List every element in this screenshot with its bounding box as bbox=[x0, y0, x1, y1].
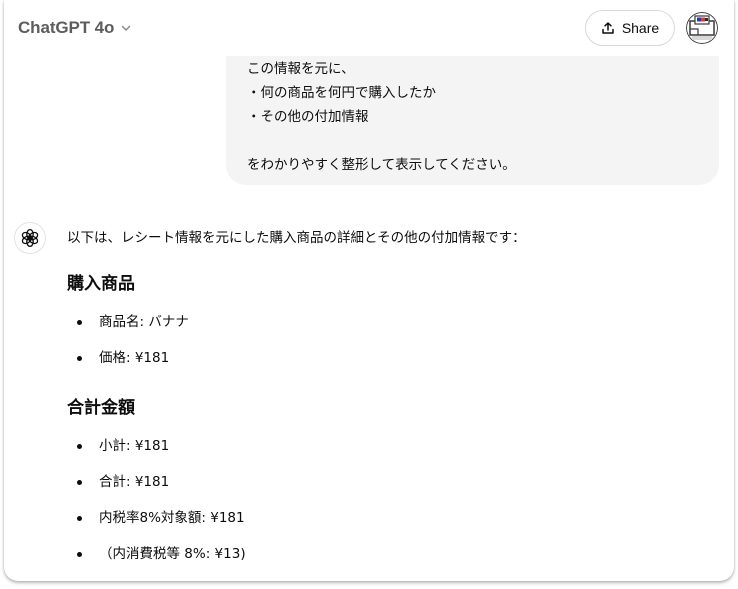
bullet bbox=[77, 480, 82, 485]
model-selector[interactable]: ChatGPT 4o bbox=[18, 16, 132, 40]
user-message-line: この情報を元に、 bbox=[247, 61, 355, 77]
openai-logo-icon bbox=[21, 228, 39, 248]
list-item-text: （内消費税等 8%: ¥13) bbox=[99, 546, 246, 562]
assistant-intro: 以下は、レシート情報を元にした購入商品の詳細とその他の付加情報です： bbox=[67, 230, 526, 246]
bullet bbox=[77, 516, 82, 521]
user-message-line: をわかりやすく整形して表示してください。 bbox=[247, 157, 516, 173]
share-button[interactable]: Share bbox=[585, 10, 675, 46]
assistant-avatar bbox=[14, 222, 46, 254]
bullet bbox=[77, 356, 82, 361]
list-item-text: 価格: ¥181 bbox=[99, 350, 170, 366]
user-message-line: ・何の商品を何円で購入したか bbox=[247, 85, 436, 101]
model-name: ChatGPT 4o bbox=[18, 18, 115, 37]
bullet bbox=[77, 444, 82, 449]
list-item-text: 内税率8%対象額: ¥181 bbox=[99, 510, 245, 526]
chat-header: ChatGPT 4o Share bbox=[4, 0, 734, 56]
chevron-down-icon bbox=[122, 25, 131, 31]
share-label: Share bbox=[621, 20, 660, 36]
user-avatar[interactable] bbox=[686, 12, 718, 44]
section-heading-total: 合計金額 bbox=[67, 398, 135, 418]
list-item-text: 小計: ¥181 bbox=[99, 438, 170, 454]
user-avatar-image bbox=[686, 12, 718, 44]
list-item-text: 商品名: バナナ bbox=[99, 314, 189, 330]
user-message-line: ・その他の付加情報 bbox=[247, 109, 369, 125]
bullet bbox=[77, 552, 82, 557]
list-item-text: 合計: ¥181 bbox=[99, 474, 170, 490]
user-message-bubble: この情報を元に、 ・何の商品を何円で購入したか ・その他の付加情報 をわかりやす… bbox=[226, 40, 719, 185]
bullet bbox=[77, 320, 82, 325]
section-heading-purchased-items: 購入商品 bbox=[67, 274, 135, 294]
share-upload-icon bbox=[602, 22, 614, 34]
user-message-line bbox=[247, 129, 699, 153]
chat-window: ChatGPT 4o Share この情報を元に、 ・何の商品を何円で購入したか… bbox=[4, 0, 734, 581]
